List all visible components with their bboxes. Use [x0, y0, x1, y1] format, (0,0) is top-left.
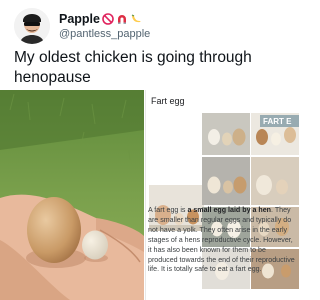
- avatar[interactable]: [14, 8, 50, 44]
- magnet-icon: [118, 15, 126, 24]
- no-entry-icon: [102, 13, 114, 25]
- banana-icon: [131, 14, 141, 23]
- tweet-media[interactable]: Fart egg FART E A fart egg is a small eg…: [0, 90, 299, 300]
- display-name[interactable]: Papple: [59, 12, 100, 26]
- tweet-header: Papple @pantless_papple: [14, 6, 284, 46]
- card-description: A fart egg is a small egg laid by a hen.…: [148, 206, 296, 275]
- egg-photo[interactable]: [0, 90, 144, 300]
- desc-bold: a small egg laid by a hen: [187, 206, 272, 214]
- tweet-text: My oldest chicken is going through henop…: [14, 49, 252, 86]
- desc-prefix: A fart egg is: [148, 206, 188, 214]
- thumb-overlay-text: FART E: [263, 117, 292, 126]
- card-title[interactable]: Fart egg: [151, 96, 185, 106]
- desc-rest: . They are smaller than regular eggs and…: [148, 206, 295, 274]
- user-handle[interactable]: @pantless_papple: [59, 28, 150, 40]
